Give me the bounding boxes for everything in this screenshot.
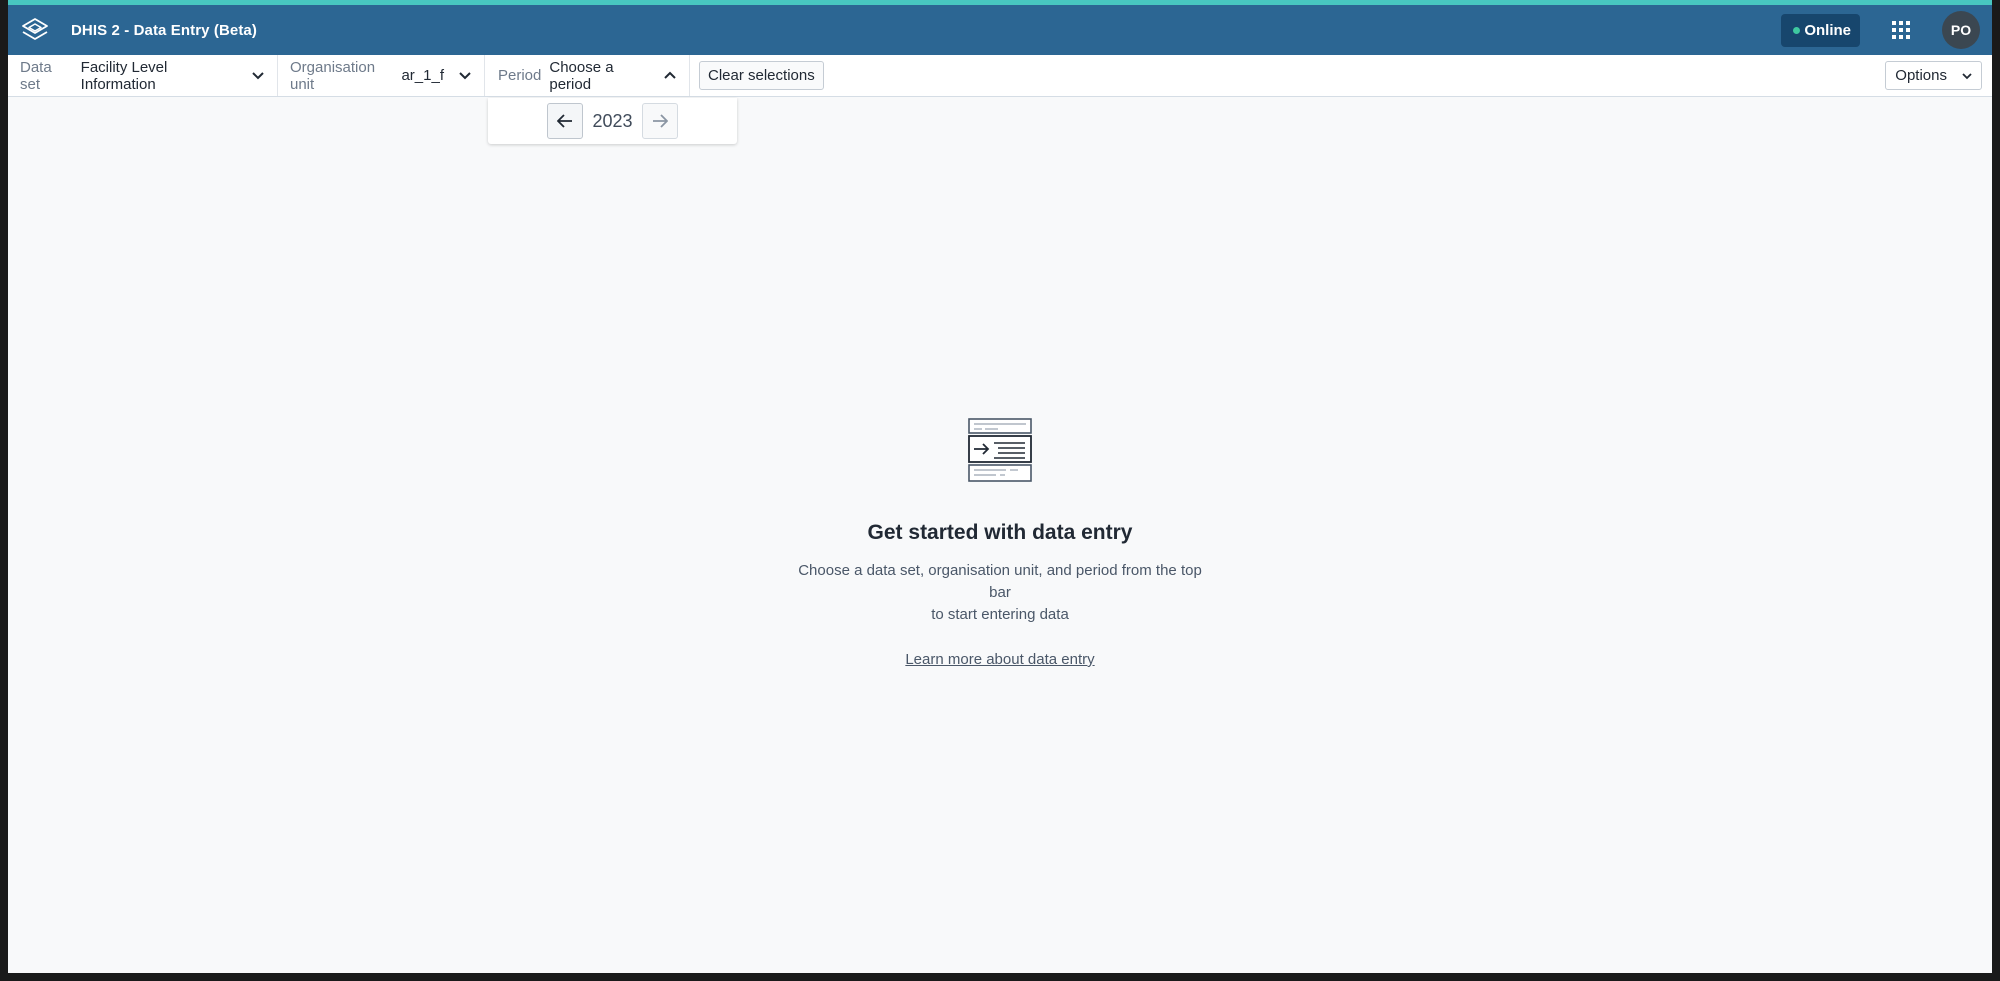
header-right: Online PO [1781, 5, 1992, 55]
dataset-value: Facility Level Information [80, 58, 168, 93]
orgunit-selector[interactable]: Organisation unit ar_1_f [278, 55, 485, 96]
learn-more-link[interactable]: Learn more about data entry [905, 651, 1094, 668]
context-selection-bar: Data set Facility Level Information Orga… [8, 55, 1992, 97]
dataset-label: Data set [20, 58, 52, 93]
orgunit-label: Organisation unit [290, 58, 376, 93]
chevron-down-icon [458, 71, 472, 80]
profile-avatar[interactable]: PO [1942, 11, 1980, 49]
apps-grid-icon[interactable] [1886, 15, 1916, 45]
options-label: Options [1895, 67, 1947, 84]
empty-state-title: Get started with data entry [867, 521, 1133, 544]
clear-selections-button[interactable]: Clear selections [699, 61, 824, 90]
chevron-down-icon [251, 71, 265, 80]
next-year-button[interactable] [641, 103, 678, 139]
year-label: 2023 [592, 110, 633, 131]
period-selector[interactable]: Period Choose a period [485, 55, 690, 96]
previous-year-button[interactable] [547, 103, 584, 139]
period-label: Period [498, 67, 542, 84]
online-status-label: Online [1804, 21, 1851, 39]
period-year-picker: 2023 [488, 98, 737, 144]
empty-state-description-line2: to start entering data [931, 606, 1069, 623]
app-frame: DHIS 2 - Data Entry (Beta) Online PO Dat… [8, 0, 1992, 973]
chevron-down-icon [1961, 72, 1973, 80]
dataset-selector[interactable]: Data set Facility Level Information [8, 55, 278, 96]
online-status-badge[interactable]: Online [1781, 13, 1860, 47]
arrow-left-icon [557, 114, 573, 128]
orgunit-value: ar_1_f [401, 67, 444, 84]
dhis2-logo-icon[interactable] [10, 5, 60, 55]
empty-state-description: Choose a data set, organisation unit, an… [790, 560, 1210, 626]
arrow-right-icon [652, 114, 668, 128]
chevron-up-icon [663, 71, 677, 80]
online-dot-icon [1793, 26, 1801, 34]
empty-state: Get started with data entry Choose a dat… [8, 418, 1992, 668]
header-bar: DHIS 2 - Data Entry (Beta) Online PO [8, 5, 1992, 55]
period-value: Choose a period [549, 58, 614, 93]
app-title: DHIS 2 - Data Entry (Beta) [71, 21, 257, 39]
data-entry-form-icon [968, 418, 1032, 482]
empty-state-description-line1: Choose a data set, organisation unit, an… [798, 562, 1202, 601]
options-button[interactable]: Options [1885, 61, 1982, 90]
